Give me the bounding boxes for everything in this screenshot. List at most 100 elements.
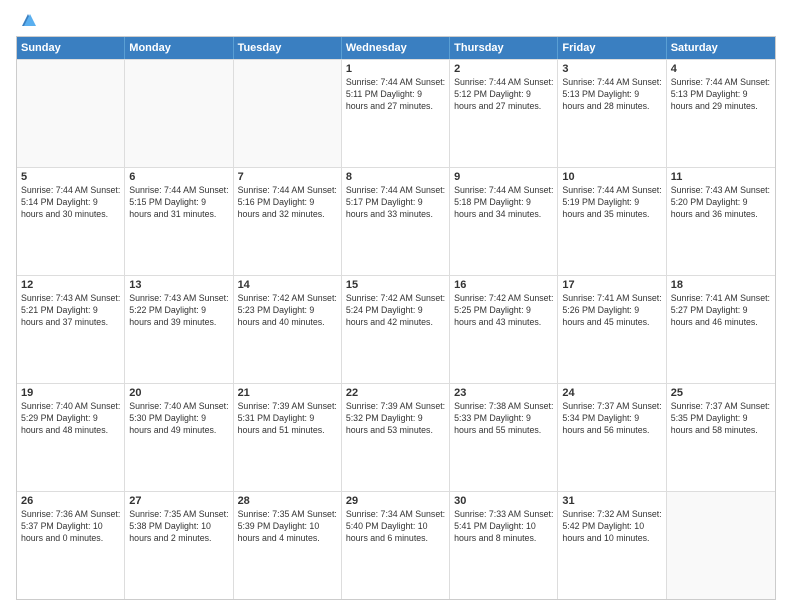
day-number: 13 [129, 279, 228, 291]
calendar-cell-1-2: 7 Sunrise: 7:44 AM Sunset: 5:16 PM Daylig… [234, 168, 342, 275]
cell-text: Sunrise: 7:41 AM Sunset: 5:27 PM Dayligh… [671, 293, 771, 329]
day-number: 11 [671, 171, 771, 183]
cell-text: Sunrise: 7:38 AM Sunset: 5:33 PM Dayligh… [454, 401, 553, 437]
header-day-tuesday: Tuesday [234, 37, 342, 59]
calendar-cell-3-4: 23 Sunrise: 7:38 AM Sunset: 5:33 PM Dayli… [450, 384, 558, 491]
cell-text: Sunrise: 7:43 AM Sunset: 5:21 PM Dayligh… [21, 293, 120, 329]
day-number: 19 [21, 387, 120, 399]
cell-text: Sunrise: 7:35 AM Sunset: 5:38 PM Dayligh… [129, 509, 228, 545]
day-number: 28 [238, 495, 337, 507]
day-number: 24 [562, 387, 661, 399]
cell-text: Sunrise: 7:43 AM Sunset: 5:20 PM Dayligh… [671, 185, 771, 221]
day-number: 17 [562, 279, 661, 291]
cell-text: Sunrise: 7:39 AM Sunset: 5:31 PM Dayligh… [238, 401, 337, 437]
cell-text: Sunrise: 7:41 AM Sunset: 5:26 PM Dayligh… [562, 293, 661, 329]
day-number: 8 [346, 171, 445, 183]
cell-text: Sunrise: 7:42 AM Sunset: 5:25 PM Dayligh… [454, 293, 553, 329]
calendar-cell-0-5: 3 Sunrise: 7:44 AM Sunset: 5:13 PM Daylig… [558, 60, 666, 167]
calendar-cell-3-3: 22 Sunrise: 7:39 AM Sunset: 5:32 PM Dayli… [342, 384, 450, 491]
day-number: 22 [346, 387, 445, 399]
day-number: 30 [454, 495, 553, 507]
day-number: 27 [129, 495, 228, 507]
cell-text: Sunrise: 7:44 AM Sunset: 5:14 PM Dayligh… [21, 185, 120, 221]
cell-text: Sunrise: 7:44 AM Sunset: 5:17 PM Dayligh… [346, 185, 445, 221]
page: SundayMondayTuesdayWednesdayThursdayFrid… [0, 0, 792, 612]
day-number: 7 [238, 171, 337, 183]
day-number: 3 [562, 63, 661, 75]
calendar-row-0: 1 Sunrise: 7:44 AM Sunset: 5:11 PM Daylig… [17, 59, 775, 167]
day-number: 18 [671, 279, 771, 291]
cell-text: Sunrise: 7:37 AM Sunset: 5:35 PM Dayligh… [671, 401, 771, 437]
day-number: 20 [129, 387, 228, 399]
calendar-cell-0-2 [234, 60, 342, 167]
day-number: 6 [129, 171, 228, 183]
day-number: 25 [671, 387, 771, 399]
calendar-cell-0-1 [125, 60, 233, 167]
cell-text: Sunrise: 7:40 AM Sunset: 5:29 PM Dayligh… [21, 401, 120, 437]
cell-text: Sunrise: 7:44 AM Sunset: 5:16 PM Dayligh… [238, 185, 337, 221]
day-number: 23 [454, 387, 553, 399]
cell-text: Sunrise: 7:44 AM Sunset: 5:13 PM Dayligh… [671, 77, 771, 113]
day-number: 14 [238, 279, 337, 291]
header-day-sunday: Sunday [17, 37, 125, 59]
header-day-thursday: Thursday [450, 37, 558, 59]
calendar-row-2: 12 Sunrise: 7:43 AM Sunset: 5:21 PM Dayli… [17, 275, 775, 383]
calendar-cell-0-6: 4 Sunrise: 7:44 AM Sunset: 5:13 PM Daylig… [667, 60, 775, 167]
day-number: 29 [346, 495, 445, 507]
day-number: 31 [562, 495, 661, 507]
cell-text: Sunrise: 7:44 AM Sunset: 5:19 PM Dayligh… [562, 185, 661, 221]
calendar: SundayMondayTuesdayWednesdayThursdayFrid… [16, 36, 776, 600]
cell-text: Sunrise: 7:44 AM Sunset: 5:18 PM Dayligh… [454, 185, 553, 221]
day-number: 26 [21, 495, 120, 507]
header-day-friday: Friday [558, 37, 666, 59]
day-number: 10 [562, 171, 661, 183]
cell-text: Sunrise: 7:39 AM Sunset: 5:32 PM Dayligh… [346, 401, 445, 437]
calendar-cell-1-1: 6 Sunrise: 7:44 AM Sunset: 5:15 PM Daylig… [125, 168, 233, 275]
cell-text: Sunrise: 7:44 AM Sunset: 5:15 PM Dayligh… [129, 185, 228, 221]
calendar-row-4: 26 Sunrise: 7:36 AM Sunset: 5:37 PM Dayli… [17, 491, 775, 599]
calendar-cell-2-6: 18 Sunrise: 7:41 AM Sunset: 5:27 PM Dayli… [667, 276, 775, 383]
calendar-cell-0-4: 2Sunrise: 7:44 AM Sunset: 5:12 PM Daylig… [450, 60, 558, 167]
calendar-cell-4-4: 30Sunrise: 7:33 AM Sunset: 5:41 PM Dayli… [450, 492, 558, 599]
calendar-cell-3-1: 20 Sunrise: 7:40 AM Sunset: 5:30 PM Dayli… [125, 384, 233, 491]
calendar-cell-4-0: 26 Sunrise: 7:36 AM Sunset: 5:37 PM Dayli… [17, 492, 125, 599]
calendar-cell-2-3: 15Sunrise: 7:42 AM Sunset: 5:24 PM Dayli… [342, 276, 450, 383]
cell-text: Sunrise: 7:32 AM Sunset: 5:42 PM Dayligh… [562, 509, 661, 545]
cell-text: Sunrise: 7:43 AM Sunset: 5:22 PM Dayligh… [129, 293, 228, 329]
calendar-cell-0-0 [17, 60, 125, 167]
day-number: 1 [346, 63, 445, 75]
calendar-cell-1-4: 9 Sunrise: 7:44 AM Sunset: 5:18 PM Daylig… [450, 168, 558, 275]
calendar-row-1: 5 Sunrise: 7:44 AM Sunset: 5:14 PM Daylig… [17, 167, 775, 275]
calendar-cell-3-5: 24 Sunrise: 7:37 AM Sunset: 5:34 PM Dayli… [558, 384, 666, 491]
day-number: 15 [346, 279, 445, 291]
calendar-body: 1 Sunrise: 7:44 AM Sunset: 5:11 PM Daylig… [17, 59, 775, 599]
day-number: 5 [21, 171, 120, 183]
calendar-cell-3-6: 25 Sunrise: 7:37 AM Sunset: 5:35 PM Dayli… [667, 384, 775, 491]
calendar-cell-4-2: 28 Sunrise: 7:35 AM Sunset: 5:39 PM Dayli… [234, 492, 342, 599]
calendar-cell-4-6 [667, 492, 775, 599]
day-number: 16 [454, 279, 553, 291]
calendar-cell-0-3: 1 Sunrise: 7:44 AM Sunset: 5:11 PM Daylig… [342, 60, 450, 167]
cell-text: Sunrise: 7:44 AM Sunset: 5:11 PM Dayligh… [346, 77, 445, 113]
calendar-header: SundayMondayTuesdayWednesdayThursdayFrid… [17, 37, 775, 59]
calendar-cell-1-6: 11 Sunrise: 7:43 AM Sunset: 5:20 PM Dayli… [667, 168, 775, 275]
cell-text: Sunrise: 7:36 AM Sunset: 5:37 PM Dayligh… [21, 509, 120, 545]
calendar-cell-2-5: 17 Sunrise: 7:41 AM Sunset: 5:26 PM Dayli… [558, 276, 666, 383]
cell-text: Sunrise: 7:35 AM Sunset: 5:39 PM Dayligh… [238, 509, 337, 545]
day-number: 4 [671, 63, 771, 75]
calendar-cell-2-4: 16 Sunrise: 7:42 AM Sunset: 5:25 PM Dayli… [450, 276, 558, 383]
calendar-cell-1-0: 5 Sunrise: 7:44 AM Sunset: 5:14 PM Daylig… [17, 168, 125, 275]
calendar-cell-2-2: 14Sunrise: 7:42 AM Sunset: 5:23 PM Dayli… [234, 276, 342, 383]
header-day-monday: Monday [125, 37, 233, 59]
calendar-row-3: 19 Sunrise: 7:40 AM Sunset: 5:29 PM Dayli… [17, 383, 775, 491]
header-day-wednesday: Wednesday [342, 37, 450, 59]
cell-text: Sunrise: 7:37 AM Sunset: 5:34 PM Dayligh… [562, 401, 661, 437]
cell-text: Sunrise: 7:40 AM Sunset: 5:30 PM Dayligh… [129, 401, 228, 437]
day-number: 12 [21, 279, 120, 291]
calendar-cell-4-3: 29Sunrise: 7:34 AM Sunset: 5:40 PM Dayli… [342, 492, 450, 599]
calendar-cell-1-3: 8 Sunrise: 7:44 AM Sunset: 5:17 PM Daylig… [342, 168, 450, 275]
day-number: 21 [238, 387, 337, 399]
cell-text: Sunrise: 7:44 AM Sunset: 5:13 PM Dayligh… [562, 77, 661, 113]
calendar-cell-3-2: 21 Sunrise: 7:39 AM Sunset: 5:31 PM Dayli… [234, 384, 342, 491]
day-number: 9 [454, 171, 553, 183]
